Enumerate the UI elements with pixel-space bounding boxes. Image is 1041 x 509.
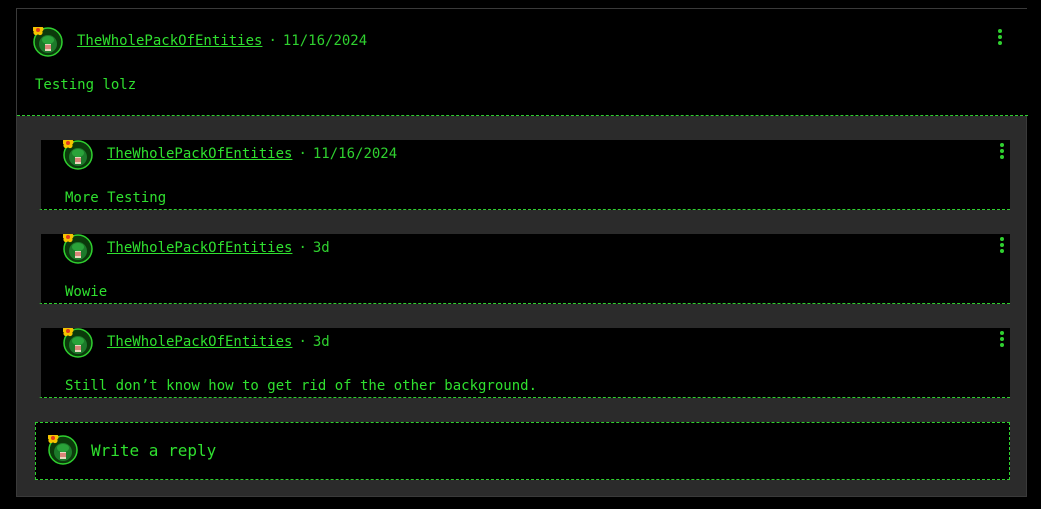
- comment-meta: TheWholePackOfEntities · 11/16/2024: [107, 146, 397, 162]
- comment-text: Wowie: [65, 284, 108, 300]
- comment-date: 11/16/2024: [312, 146, 398, 162]
- reply-input-placeholder[interactable]: Write a reply: [91, 441, 216, 460]
- comment-meta: TheWholePackOfEntities · 3d: [107, 240, 330, 256]
- frog-avatar-icon[interactable]: [63, 234, 93, 264]
- more-vertical-icon[interactable]: [998, 331, 1006, 349]
- reply-composer[interactable]: Write a reply: [35, 422, 1010, 480]
- username-link[interactable]: TheWholePackOfEntities: [107, 240, 292, 256]
- frog-avatar-icon[interactable]: [63, 140, 93, 170]
- username-link[interactable]: TheWholePackOfEntities: [107, 334, 292, 350]
- username-link[interactable]: TheWholePackOfEntities: [107, 146, 292, 162]
- comment-date: 3d: [312, 240, 330, 256]
- more-vertical-icon[interactable]: [996, 29, 1004, 47]
- frog-avatar-icon: [48, 435, 78, 465]
- frog-avatar-icon[interactable]: [33, 27, 63, 57]
- more-vertical-icon[interactable]: [998, 143, 1006, 161]
- comment-meta: TheWholePackOfEntities · 11/16/2024: [77, 33, 367, 49]
- comment-text: Still don’t know how to get rid of the o…: [65, 378, 538, 394]
- meta-separator: ·: [268, 33, 277, 49]
- comment-text: Testing lolz: [35, 77, 137, 93]
- more-vertical-icon[interactable]: [998, 237, 1006, 255]
- comment-thread: TheWholePackOfEntities · 11/16/2024 Test…: [16, 8, 1028, 497]
- meta-separator: ·: [298, 334, 307, 350]
- comment-date: 3d: [312, 334, 330, 350]
- frog-avatar-icon[interactable]: [63, 328, 93, 358]
- reply-comment: TheWholePackOfEntities · 3d Still don’t …: [39, 328, 1010, 398]
- username-link[interactable]: TheWholePackOfEntities: [77, 33, 262, 49]
- comment-meta: TheWholePackOfEntities · 3d: [107, 334, 330, 350]
- reply-comment: TheWholePackOfEntities · 11/16/2024 More…: [39, 140, 1010, 210]
- comment-date: 11/16/2024: [282, 33, 368, 49]
- meta-separator: ·: [298, 146, 307, 162]
- meta-separator: ·: [298, 240, 307, 256]
- comment-text: More Testing: [65, 190, 167, 206]
- root-comment: TheWholePackOfEntities · 11/16/2024 Test…: [17, 9, 1028, 116]
- reply-comment: TheWholePackOfEntities · 3d Wowie: [39, 234, 1010, 304]
